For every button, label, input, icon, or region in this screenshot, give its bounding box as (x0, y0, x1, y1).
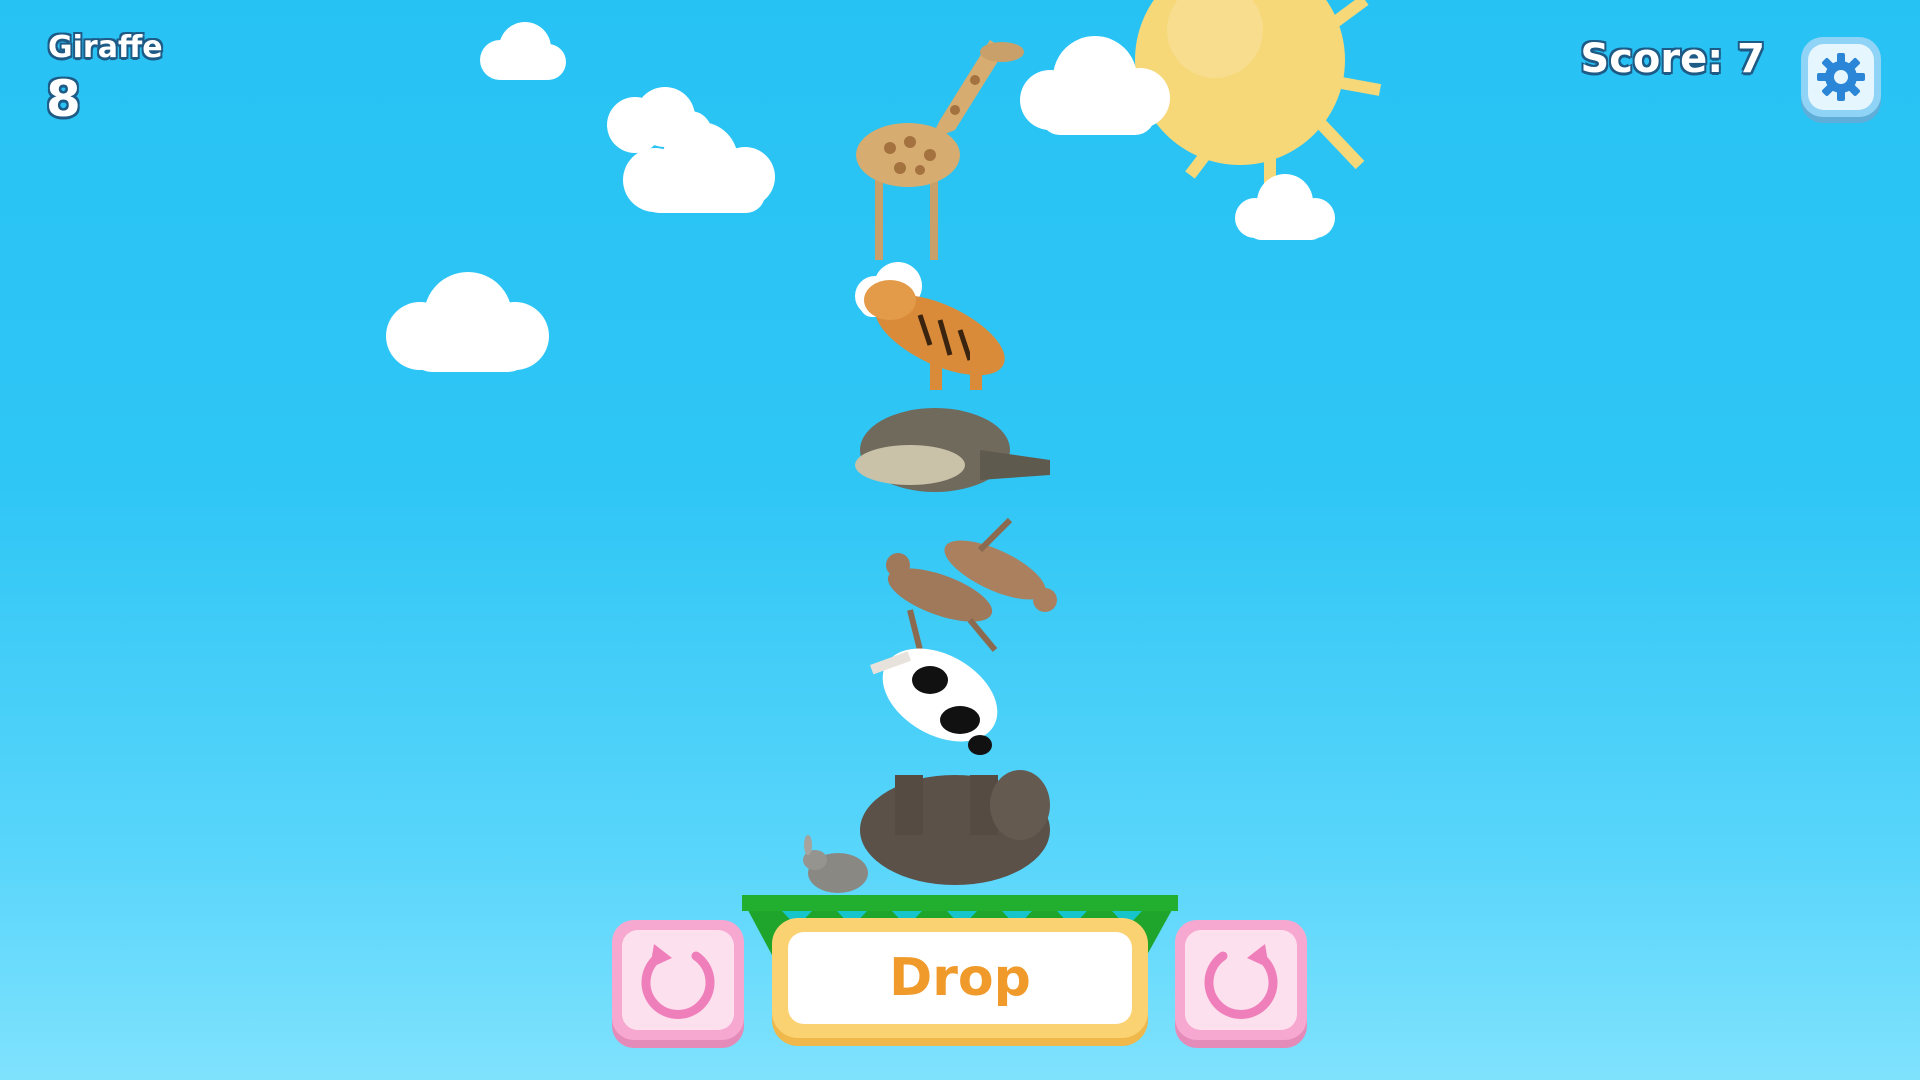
rotate-right-button-face[interactable] (1185, 930, 1297, 1030)
rotate-left-icon (641, 944, 715, 1019)
settings-button-face[interactable] (1808, 44, 1874, 110)
rotate-left-button-face[interactable] (622, 930, 734, 1030)
animal-count: 8 (46, 70, 81, 128)
giraffe[interactable] (856, 40, 1024, 260)
gear-icon (1817, 53, 1865, 101)
settings-button[interactable] (1801, 37, 1881, 117)
score-display: Score: 7 (1580, 36, 1765, 82)
rotate-right-button[interactable] (1175, 920, 1307, 1040)
drop-label: Drop (889, 948, 1031, 1008)
cloud (386, 272, 549, 372)
elephant (860, 770, 1050, 885)
cloud (1235, 174, 1335, 240)
cloud (607, 87, 775, 213)
rabbit (803, 835, 868, 893)
cloud (480, 22, 566, 80)
drop-button[interactable]: Drop (772, 918, 1148, 1038)
animal-tower (803, 40, 1057, 893)
tiger (864, 280, 1005, 390)
rotate-right-icon (1204, 944, 1278, 1019)
drop-button-face[interactable]: Drop (788, 932, 1132, 1024)
current-animal-name: Giraffe (48, 30, 163, 65)
rotate-left-button[interactable] (612, 920, 744, 1040)
crocodile (855, 408, 1050, 492)
